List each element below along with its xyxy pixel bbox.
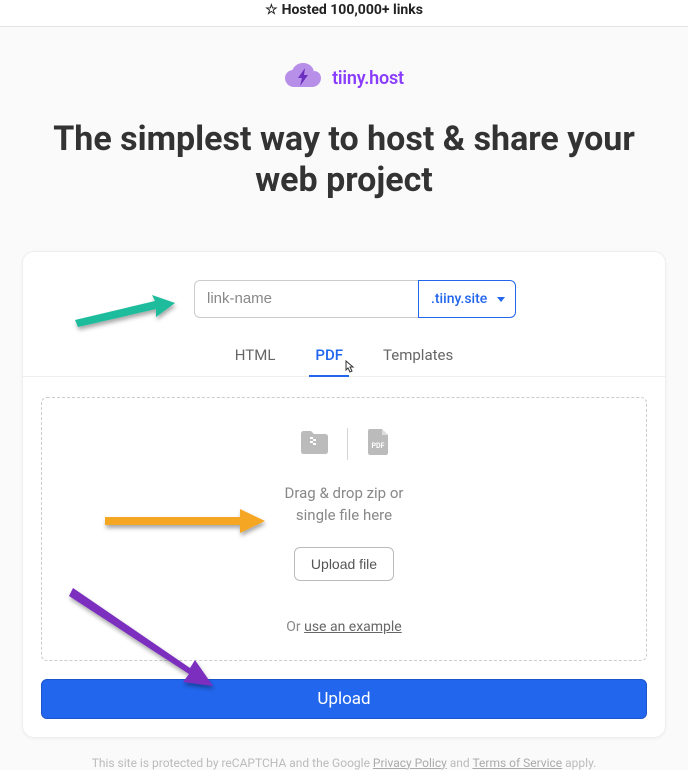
hosted-banner: ☆Hosted 100,000+ links xyxy=(0,0,688,27)
domain-select-label: .tiiny.site xyxy=(431,291,487,307)
pdf-icon: PDF xyxy=(366,428,390,460)
or-text: Or xyxy=(286,619,304,635)
domain-select[interactable]: .tiiny.site xyxy=(418,280,516,318)
hero-title: The simplest way to host & share your we… xyxy=(0,119,688,201)
upload-file-button[interactable]: Upload file xyxy=(294,547,394,581)
logo-cloud-icon xyxy=(284,62,322,94)
drop-text: Drag & drop zip or single file here xyxy=(62,482,626,527)
dropzone[interactable]: PDF Drag & drop zip or single file here … xyxy=(41,397,647,661)
privacy-policy-link[interactable]: Privacy Policy xyxy=(373,756,447,770)
use-example-link[interactable]: use an example xyxy=(304,619,402,635)
footer-prefix: This site is protected by reCAPTCHA and … xyxy=(92,756,373,770)
tab-pdf[interactable]: PDF xyxy=(315,346,343,376)
link-input-group: .tiiny.site xyxy=(194,280,494,318)
pointer-cursor-icon xyxy=(342,360,356,380)
footer-and: and xyxy=(447,756,473,770)
logo-text: tiiny.host xyxy=(332,68,404,89)
upload-button-wrap: Upload xyxy=(23,679,665,737)
zip-icon xyxy=(299,428,329,460)
recaptcha-footer: This site is protected by reCAPTCHA and … xyxy=(0,756,688,770)
terms-link[interactable]: Terms of Service xyxy=(472,756,562,770)
tab-templates[interactable]: Templates xyxy=(383,346,453,376)
icon-divider xyxy=(347,428,348,460)
link-name-input[interactable] xyxy=(194,280,418,318)
tabs-row: HTML PDF Templates xyxy=(23,346,665,377)
main-content: tiiny.host The simplest way to host & sh… xyxy=(0,27,688,770)
example-text: Or use an example xyxy=(62,619,626,635)
drop-text-line1: Drag & drop zip or xyxy=(62,482,626,505)
footer-suffix: apply. xyxy=(562,756,596,770)
dropzone-icons: PDF xyxy=(62,428,626,460)
upload-card: .tiiny.site HTML PDF Templates xyxy=(22,251,666,738)
drop-text-line2: single file here xyxy=(62,504,626,527)
logo-row: tiiny.host xyxy=(0,62,688,94)
upload-button[interactable]: Upload xyxy=(41,679,647,719)
svg-text:PDF: PDF xyxy=(371,442,384,450)
tab-html[interactable]: HTML xyxy=(235,346,276,376)
star-icon: ☆ xyxy=(265,2,278,18)
banner-text: Hosted 100,000+ links xyxy=(282,2,423,18)
link-input-row: .tiiny.site xyxy=(23,280,665,318)
